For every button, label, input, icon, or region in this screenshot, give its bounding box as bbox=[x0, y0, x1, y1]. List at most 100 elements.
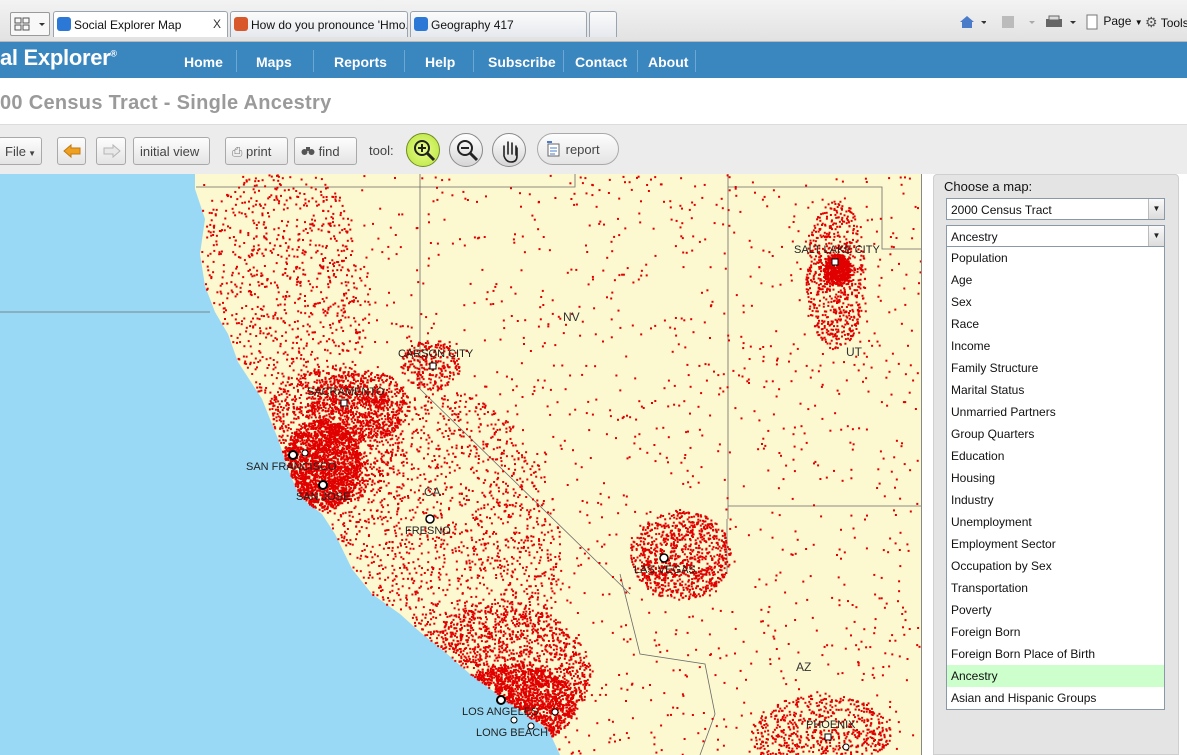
city-label-salt-lake-city: SALT LAKE CITY bbox=[794, 244, 880, 256]
state-label-ut: UT bbox=[846, 345, 863, 359]
new-tab-button[interactable] bbox=[589, 11, 617, 37]
option-employment-sector[interactable]: Employment Sector bbox=[947, 533, 1164, 555]
city-label-san-jose: SAN JOSE bbox=[296, 491, 350, 503]
forward-button[interactable] bbox=[96, 137, 126, 165]
option-foreign-born[interactable]: Foreign Born bbox=[947, 621, 1164, 643]
option-unemployment[interactable]: Unemployment bbox=[947, 511, 1164, 533]
ie-page-icon bbox=[57, 17, 71, 31]
page-icon bbox=[1086, 14, 1098, 30]
home-icon bbox=[960, 16, 986, 28]
tab-title: Geography 417 bbox=[431, 18, 514, 32]
option-foreign-born-place-of-birth[interactable]: Foreign Born Place of Birth bbox=[947, 643, 1164, 665]
nav-help[interactable]: Help bbox=[425, 54, 455, 70]
map-chooser-panel: Choose a map: 2000 Census Tract ▼ Ancest… bbox=[933, 174, 1179, 755]
page-menu[interactable]: Page ▼ bbox=[1084, 14, 1143, 30]
tab-social-explorer-map[interactable]: Social Explorer Map X bbox=[53, 11, 228, 37]
city-label-sacramento: SACRAMENTO bbox=[307, 386, 385, 398]
tool-label: tool: bbox=[369, 143, 394, 158]
tab-pronounce[interactable]: How do you pronounce 'Hmo... bbox=[230, 11, 408, 37]
site-navigation: al Explorer® Home Maps Reports Help Subs… bbox=[0, 42, 1187, 78]
option-asian-and-hispanic-groups[interactable]: Asian and Hispanic Groups bbox=[947, 687, 1164, 709]
chevron-down-icon[interactable]: ▼ bbox=[1148, 226, 1164, 246]
option-education[interactable]: Education bbox=[947, 445, 1164, 467]
nav-contact[interactable]: Contact bbox=[575, 54, 627, 70]
category-select-value: Ancestry bbox=[951, 230, 998, 244]
option-housing[interactable]: Housing bbox=[947, 467, 1164, 489]
state-label-az: AZ bbox=[796, 660, 811, 674]
rss-feed-icon bbox=[1002, 16, 1035, 28]
printer-icon: ⎙ bbox=[232, 144, 243, 159]
report-button[interactable]: report bbox=[537, 133, 619, 165]
option-race[interactable]: Race bbox=[947, 313, 1164, 335]
feeds-command[interactable] bbox=[1000, 14, 1036, 30]
back-button[interactable] bbox=[57, 137, 86, 165]
survey-select-value: 2000 Census Tract bbox=[951, 203, 1052, 217]
quick-tabs-icon bbox=[14, 17, 45, 31]
option-marital-status[interactable]: Marital Status bbox=[947, 379, 1164, 401]
nav-about[interactable]: About bbox=[648, 54, 688, 70]
browser-tab-bar: Social Explorer Map X How do you pronoun… bbox=[0, 0, 1187, 42]
city-label-phoenix: PHOENIX bbox=[806, 719, 856, 731]
tab-title: How do you pronounce 'Hmo... bbox=[251, 18, 408, 32]
arrow-right-icon bbox=[103, 143, 121, 159]
zoom-out-icon bbox=[457, 140, 479, 162]
print-label: print bbox=[246, 144, 272, 159]
choose-map-label: Choose a map: bbox=[944, 179, 1033, 194]
tools-menu[interactable]: ⚙ Tools bbox=[1145, 14, 1187, 31]
zoom-in-icon bbox=[414, 140, 436, 162]
city-label-las-vegas: LAS VEGAS bbox=[634, 564, 696, 576]
option-population[interactable]: Population bbox=[947, 247, 1164, 269]
city-label-long-beach: LONG BEACH bbox=[476, 727, 548, 739]
find-button[interactable]: find bbox=[294, 137, 357, 165]
option-poverty[interactable]: Poverty bbox=[947, 599, 1164, 621]
map-canvas[interactable]: NV UT CA AZ SALT LAKE CITY CARSON CITY S… bbox=[0, 174, 922, 755]
file-menu-label: File bbox=[5, 144, 26, 159]
gear-icon: ⚙ bbox=[1145, 14, 1158, 30]
pan-tool[interactable] bbox=[492, 133, 526, 167]
tools-menu-label: Tools bbox=[1160, 16, 1187, 30]
binoculars-icon bbox=[301, 147, 315, 155]
survey-select[interactable]: 2000 Census Tract ▼ bbox=[946, 198, 1165, 220]
print-button[interactable]: ⎙ print bbox=[225, 137, 288, 165]
zoom-out-tool[interactable] bbox=[449, 133, 483, 167]
option-industry[interactable]: Industry bbox=[947, 489, 1164, 511]
site-logo[interactable]: al Explorer® bbox=[0, 45, 117, 71]
map-toolbar: File ▼ initial view ⎙ print find tool: r… bbox=[0, 124, 1187, 174]
city-label-san-francisco: SAN FRANCISCO bbox=[246, 461, 337, 473]
option-unmarried-partners[interactable]: Unmarried Partners bbox=[947, 401, 1164, 423]
option-sex[interactable]: Sex bbox=[947, 291, 1164, 313]
find-label: find bbox=[318, 144, 340, 159]
nav-reports[interactable]: Reports bbox=[334, 54, 387, 70]
nav-subscribe[interactable]: Subscribe bbox=[488, 54, 556, 70]
zoom-in-tool[interactable] bbox=[406, 133, 440, 167]
arrow-left-icon bbox=[63, 143, 81, 159]
tab-geography-417[interactable]: Geography 417 bbox=[410, 11, 587, 37]
ancestry-dot-map[interactable]: NV UT CA AZ SALT LAKE CITY CARSON CITY S… bbox=[0, 174, 922, 755]
chevron-down-icon[interactable]: ▼ bbox=[1148, 199, 1164, 219]
option-transportation[interactable]: Transportation bbox=[947, 577, 1164, 599]
city-label-los-angeles: LOS ANGELES bbox=[462, 706, 538, 718]
option-income[interactable]: Income bbox=[947, 335, 1164, 357]
city-label-fresno: FRESNO bbox=[405, 525, 451, 537]
print-command[interactable] bbox=[1044, 14, 1078, 30]
report-label: report bbox=[565, 142, 600, 157]
option-group-quarters[interactable]: Group Quarters bbox=[947, 423, 1164, 445]
nav-home[interactable]: Home bbox=[184, 54, 223, 70]
state-label-nv: NV bbox=[563, 310, 580, 324]
option-ancestry[interactable]: Ancestry bbox=[947, 665, 1164, 687]
close-tab-icon[interactable]: X bbox=[213, 17, 221, 31]
option-family-structure[interactable]: Family Structure bbox=[947, 357, 1164, 379]
ie-page-icon bbox=[414, 17, 428, 31]
page-menu-label: Page bbox=[1103, 14, 1132, 29]
quick-tabs-button[interactable] bbox=[10, 12, 50, 36]
option-age[interactable]: Age bbox=[947, 269, 1164, 291]
hand-icon bbox=[503, 141, 518, 163]
category-options-list[interactable]: Population Age Sex Race Income Family Structu… bbox=[946, 247, 1165, 710]
category-select[interactable]: Ancestry ▼ bbox=[946, 225, 1165, 247]
home-command[interactable] bbox=[958, 14, 986, 30]
nav-maps[interactable]: Maps bbox=[256, 54, 292, 70]
option-occupation-by-sex[interactable]: Occupation by Sex bbox=[947, 555, 1164, 577]
chevron-down-icon: ▼ bbox=[25, 149, 37, 158]
initial-view-button[interactable]: initial view bbox=[133, 137, 210, 165]
file-menu-button[interactable]: File ▼ bbox=[0, 137, 42, 165]
